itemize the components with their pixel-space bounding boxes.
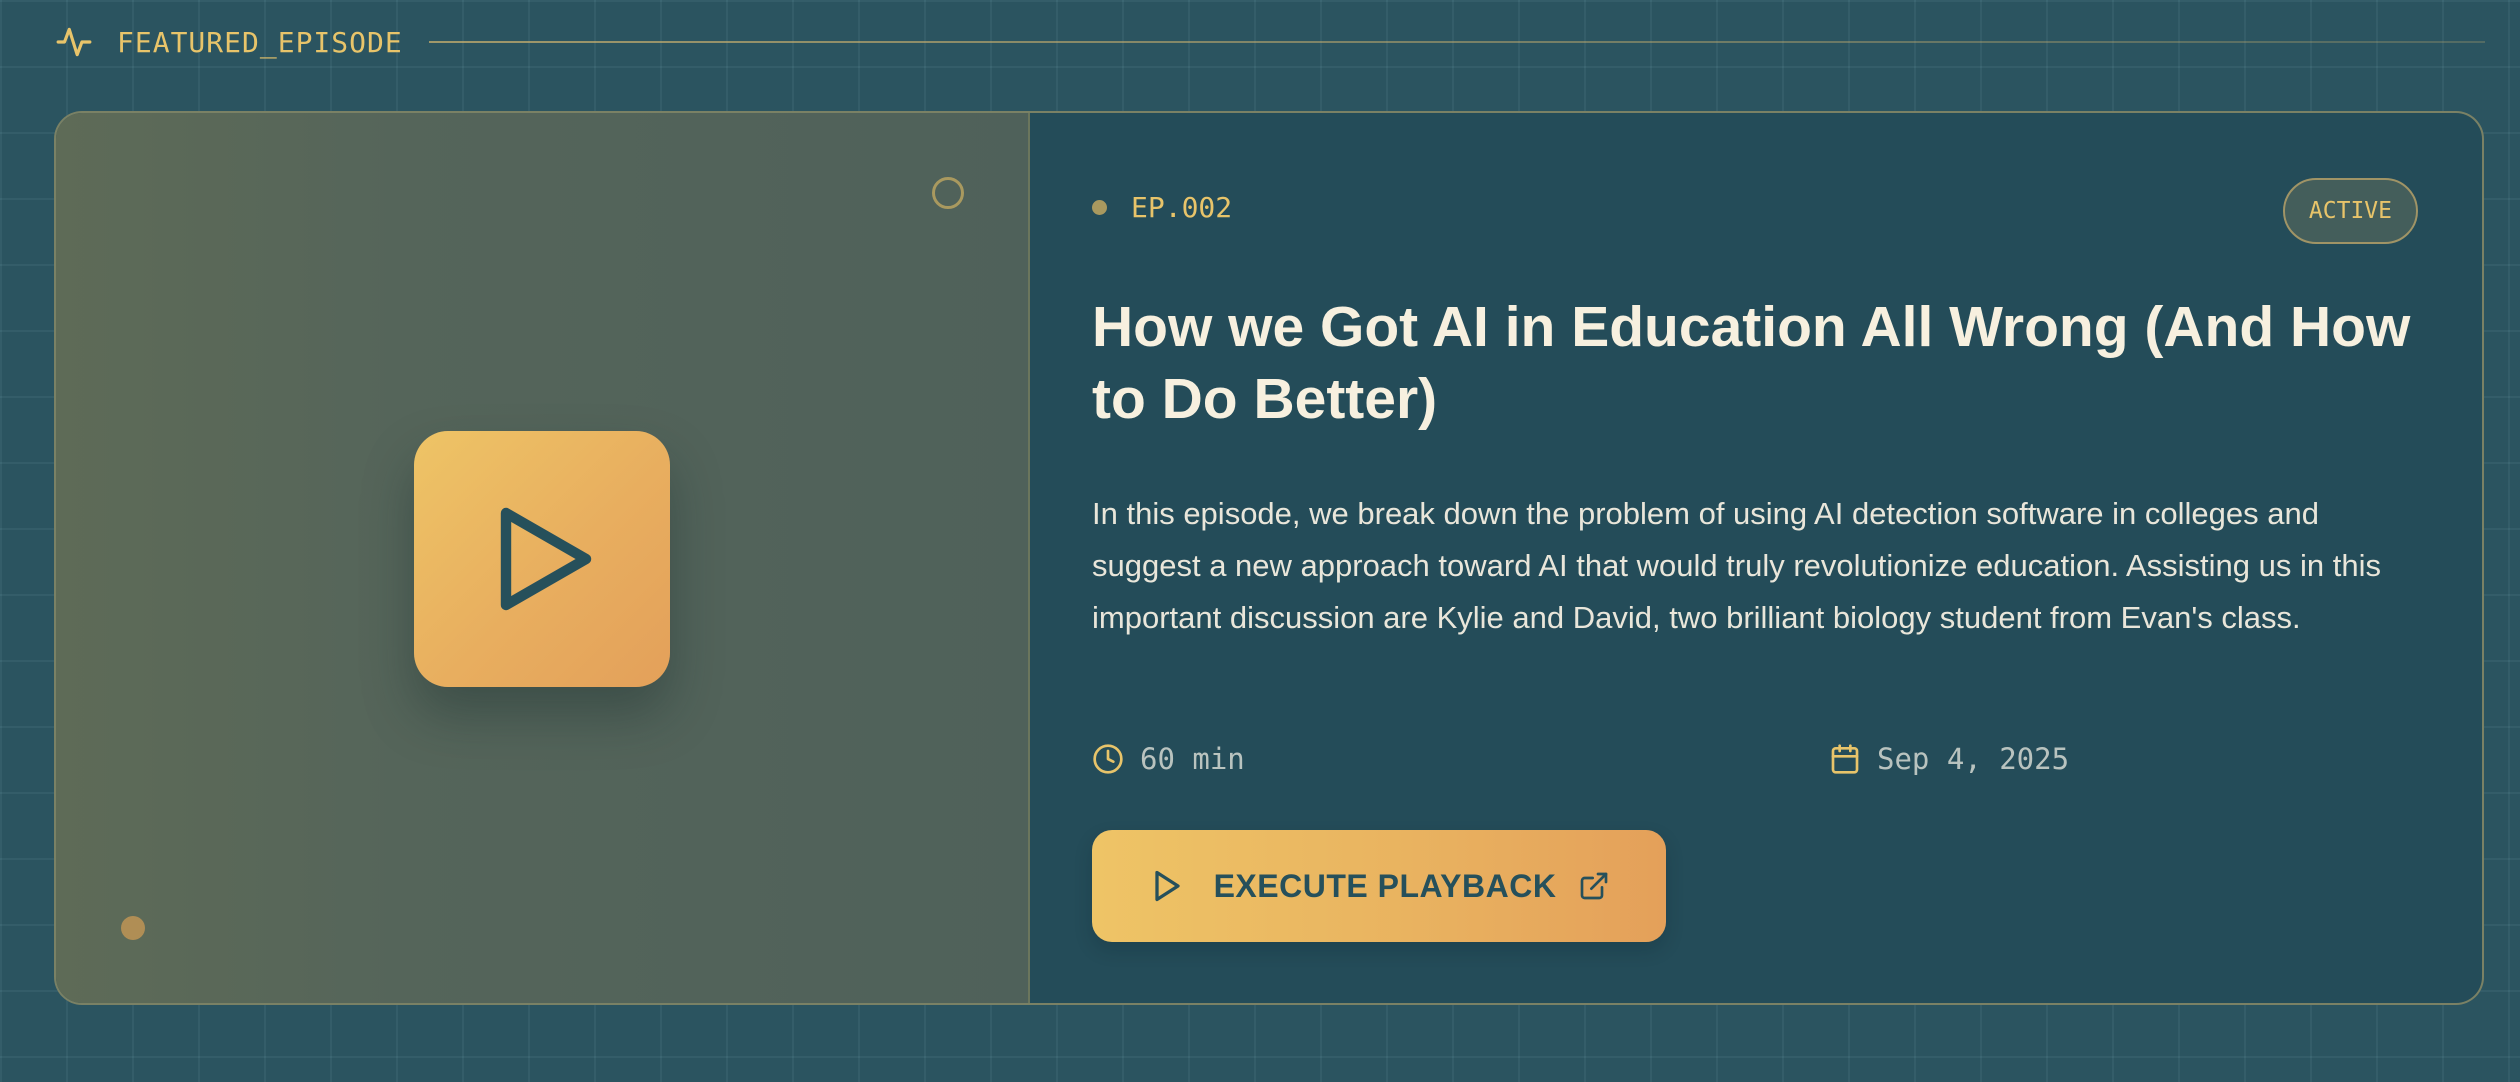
episode-number: EP.002 <box>1131 191 1233 224</box>
featured-episode-card: EP.002 ACTIVE How we Got AI in Education… <box>54 111 2484 1005</box>
external-link-icon <box>1581 872 1608 900</box>
episode-thumbnail <box>56 113 1030 1003</box>
header-divider <box>428 41 2485 43</box>
thumbnail-play-button[interactable] <box>414 431 670 687</box>
calendar-icon <box>1831 744 1859 774</box>
play-icon <box>1154 870 1180 902</box>
section-title: FEATURED_EPISODE <box>117 25 403 59</box>
status-badge: ACTIVE <box>2282 178 2418 244</box>
episode-dot <box>1092 200 1107 215</box>
clock-icon <box>1093 744 1123 774</box>
episode-title: How we Got AI in Education All Wrong (An… <box>1092 295 2411 431</box>
episode-duration: 60 min <box>1092 739 1245 779</box>
date-text: Sep 4, 2025 <box>1877 742 2070 776</box>
decorative-ring <box>932 177 964 209</box>
episode-details: EP.002 ACTIVE How we Got AI in Education… <box>1028 113 2482 1003</box>
decorative-dot <box>121 916 145 940</box>
play-icon <box>500 507 592 611</box>
episode-tag: EP.002 <box>1092 191 1232 224</box>
activity-pulse-icon <box>56 27 92 57</box>
play-button-label: EXECUTE PLAYBACK <box>1213 867 1557 904</box>
episode-date: Sep 4, 2025 <box>1829 739 2069 779</box>
episode-description: In this episode, we break down the probl… <box>1092 496 2381 635</box>
execute-playback-button[interactable]: EXECUTE PLAYBACK <box>1092 830 1666 942</box>
duration-text: 60 min <box>1140 742 1245 776</box>
section-header: FEATURED_EPISODE <box>55 18 2485 66</box>
